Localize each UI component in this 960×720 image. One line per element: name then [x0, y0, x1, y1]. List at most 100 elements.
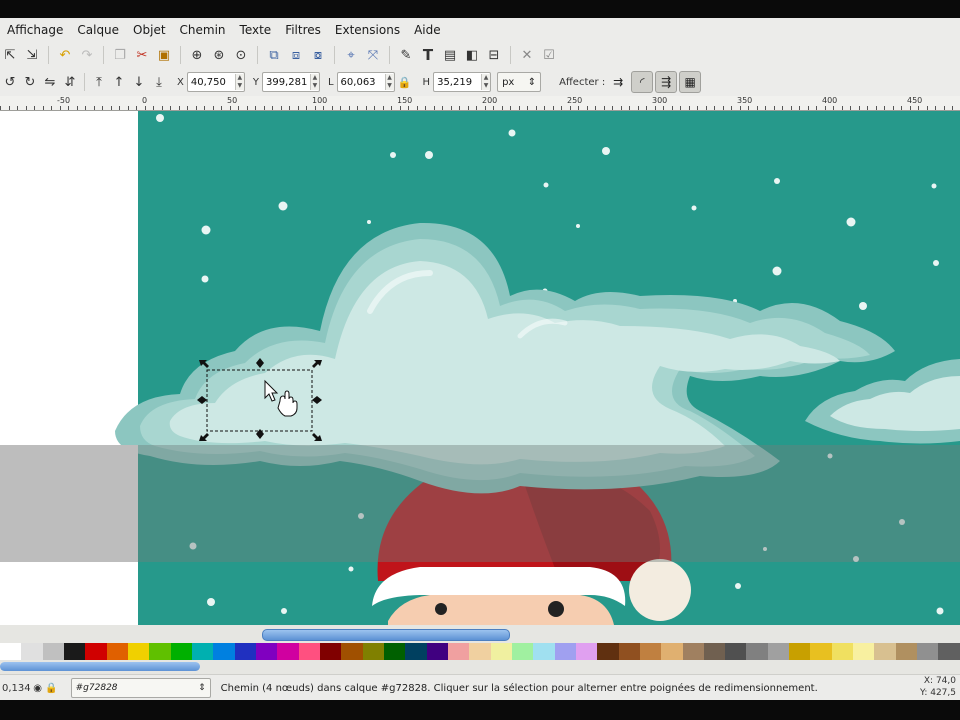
color-palette[interactable] [0, 643, 960, 660]
menu-chemin[interactable]: Chemin [173, 23, 233, 37]
menu-extensions[interactable]: Extensions [328, 23, 407, 37]
undo-icon[interactable]: ↶ [55, 45, 75, 65]
palette-swatch[interactable] [682, 643, 704, 660]
palette-swatch[interactable] [0, 643, 22, 660]
palette-swatch[interactable] [21, 643, 43, 660]
clone-icon[interactable]: ⧇ [308, 45, 328, 65]
eye-icon[interactable]: ◉ [31, 678, 45, 698]
zoom-page-icon[interactable]: ⊙ [231, 45, 251, 65]
width-field[interactable]: 60,063 ▲ ▼ [336, 72, 395, 92]
xml-editor-icon[interactable]: ◧ [462, 45, 482, 65]
y-spin-arrows[interactable]: ▲ ▼ [309, 74, 319, 90]
palette-swatch[interactable] [639, 643, 662, 660]
palette-swatch[interactable] [810, 643, 832, 660]
preferences-icon[interactable]: ✕ [517, 45, 537, 65]
palette-swatch[interactable] [298, 643, 320, 660]
lock-icon[interactable]: 🔒 [45, 678, 59, 698]
menu-affichage[interactable]: Affichage [0, 23, 70, 37]
duplicate-icon[interactable]: ❐ [110, 45, 130, 65]
palette-swatch[interactable] [917, 643, 939, 660]
x-field[interactable]: 40,750 ▲ ▼ [186, 72, 245, 92]
align-icon[interactable]: ⊟ [484, 45, 504, 65]
palette-swatch[interactable] [213, 643, 235, 660]
menu-texte[interactable]: Texte [233, 23, 279, 37]
menu-calque[interactable]: Calque [70, 23, 126, 37]
cut-icon[interactable]: ✂ [132, 45, 152, 65]
drawing[interactable] [0, 111, 960, 625]
palette-swatch[interactable] [703, 643, 726, 660]
palette-swatch[interactable] [789, 643, 811, 660]
palette-swatch[interactable] [170, 643, 192, 660]
zoom-selection-icon[interactable]: ⊕ [187, 45, 207, 65]
palette-swatch[interactable] [191, 643, 214, 660]
palette-swatch[interactable] [597, 643, 619, 660]
paste-icon[interactable]: ▣ [154, 45, 174, 65]
palette-swatch[interactable] [938, 643, 960, 660]
canvas[interactable] [0, 111, 960, 625]
rotate-90-ccw-icon[interactable]: ↺ [0, 72, 20, 92]
zoom-drawing-icon[interactable]: ⊛ [209, 45, 229, 65]
menu-objet[interactable]: Objet [126, 23, 172, 37]
palette-swatch[interactable] [234, 643, 256, 660]
horizontal-scrollbar-thumb[interactable] [262, 629, 510, 641]
palette-swatch[interactable] [661, 643, 683, 660]
rotate-90-cw-icon[interactable]: ↻ [20, 72, 40, 92]
lower-to-bottom-icon[interactable]: ⤓ [149, 72, 169, 92]
palette-swatch[interactable] [255, 643, 278, 660]
menu-aide[interactable]: Aide [407, 23, 448, 37]
palette-swatch[interactable] [618, 643, 640, 660]
height-spin-arrows[interactable]: ▲ ▼ [481, 74, 491, 90]
unit-select[interactable]: px ⇕ [497, 72, 542, 92]
ungroup-icon[interactable]: ⧈ [286, 45, 306, 65]
width-spin-arrows[interactable]: ▲ ▼ [384, 74, 394, 90]
palette-swatch[interactable] [127, 643, 150, 660]
import-icon[interactable]: ⇱ [0, 45, 20, 65]
palette-swatch[interactable] [554, 643, 576, 660]
palette-scrollbar[interactable] [0, 660, 960, 674]
y-field[interactable]: 399,281 ▲ ▼ [261, 72, 320, 92]
palette-swatch[interactable] [533, 643, 555, 660]
horizontal-scrollbar[interactable] [0, 625, 960, 643]
redo-icon[interactable]: ↷ [77, 45, 97, 65]
palette-swatch[interactable] [490, 643, 512, 660]
palette-swatch[interactable] [874, 643, 896, 660]
palette-swatch[interactable] [106, 643, 128, 660]
export-icon[interactable]: ⇲ [22, 45, 42, 65]
node-editor-icon[interactable]: ⌖ [341, 45, 361, 65]
palette-swatch[interactable] [42, 643, 64, 660]
y-value[interactable]: 399,281 [263, 77, 310, 88]
palette-swatch[interactable] [362, 643, 384, 660]
palette-swatch[interactable] [725, 643, 747, 660]
palette-swatch[interactable] [149, 643, 171, 660]
palette-swatch[interactable] [511, 643, 534, 660]
menu-filtres[interactable]: Filtres [278, 23, 328, 37]
transform-icon[interactable]: ⤧ [363, 45, 383, 65]
scale-corners-toggle[interactable]: ◜ [631, 71, 654, 93]
layer-select[interactable]: #g72828 ⇕ [70, 678, 211, 698]
height-value[interactable]: 35,219 [434, 77, 481, 88]
scale-stroke-toggle[interactable]: ⇉ [607, 71, 629, 93]
fill-stroke-icon[interactable]: ✎ [396, 45, 416, 65]
move-gradients-toggle[interactable]: ⇶ [655, 71, 678, 93]
palette-swatch[interactable] [341, 643, 363, 660]
x-spin-arrows[interactable]: ▲ ▼ [234, 74, 244, 90]
palette-swatch[interactable] [853, 643, 875, 660]
lower-icon[interactable]: ↓ [129, 72, 149, 92]
height-field[interactable]: 35,219 ▲ ▼ [433, 72, 492, 92]
lock-ratio-icon[interactable]: 🔒 [395, 72, 415, 92]
palette-swatch[interactable] [895, 643, 918, 660]
palette-swatch[interactable] [767, 643, 790, 660]
width-value[interactable]: 60,063 [338, 77, 385, 88]
raise-icon[interactable]: ↑ [109, 72, 129, 92]
palette-scrollbar-thumb[interactable] [0, 662, 200, 671]
layers-icon[interactable]: ▤ [440, 45, 460, 65]
palette-swatch[interactable] [746, 643, 768, 660]
x-value[interactable]: 40,750 [188, 77, 235, 88]
palette-swatch[interactable] [469, 643, 491, 660]
move-patterns-toggle[interactable]: ▦ [679, 71, 702, 93]
palette-swatch[interactable] [383, 643, 406, 660]
palette-swatch[interactable] [277, 643, 299, 660]
palette-swatch[interactable] [575, 643, 598, 660]
text-tool-icon[interactable]: T [418, 45, 438, 65]
group-icon[interactable]: ⧉ [264, 45, 284, 65]
